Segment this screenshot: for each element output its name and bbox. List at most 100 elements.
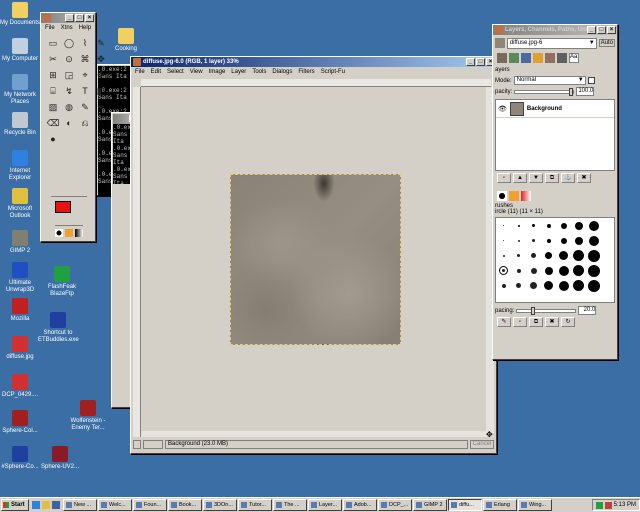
paths-tab-icon[interactable]: [521, 53, 531, 63]
desktop-icon-cooking[interactable]: Cooking: [106, 28, 146, 53]
opacity-slider[interactable]: [514, 87, 575, 96]
brush-swatch[interactable]: [544, 281, 553, 290]
menu-dialogs[interactable]: Dialogs: [272, 68, 292, 76]
brush-swatch[interactable]: [546, 238, 551, 243]
menu-file[interactable]: File: [135, 68, 145, 76]
cancel-button[interactable]: Cancel: [470, 440, 494, 449]
layers-tab-icon[interactable]: [497, 53, 507, 63]
brush-swatch[interactable]: [587, 264, 600, 277]
brush-swatch[interactable]: [517, 224, 520, 227]
brush-swatch[interactable]: [516, 283, 521, 288]
desktop-icon[interactable]: My Network Places: [0, 74, 40, 106]
image-window[interactable]: diffuse.jpg-6.0 (RGB, 1 layer) 33% _ □ × F…: [130, 56, 497, 454]
brush-swatch[interactable]: [503, 225, 504, 226]
brush-swatch[interactable]: [558, 280, 569, 291]
maximize-button[interactable]: □: [597, 26, 606, 34]
duplicate-layer-button[interactable]: ⧉: [545, 173, 559, 183]
desktop-icon[interactable]: My Documents: [0, 2, 40, 27]
tool-icon[interactable]: ∴: [93, 115, 109, 131]
desktop-quicklaunch-icon[interactable]: [52, 501, 60, 509]
taskbar-button[interactable]: The ...: [273, 499, 307, 511]
image-select-dropdown[interactable]: diffuse.jpg-6 ▼: [506, 37, 597, 49]
taskbar-button[interactable]: diffu...: [448, 499, 482, 511]
brush-swatch[interactable]: [532, 239, 535, 242]
taskbar-button[interactable]: Adob...: [343, 499, 377, 511]
brush-swatch[interactable]: [532, 224, 535, 227]
desktop-icon[interactable]: FlashFeak BlazeFtp: [42, 266, 82, 298]
brush-pattern-gradient-area[interactable]: [55, 225, 83, 239]
menu-edit[interactable]: Edit: [151, 68, 161, 76]
brush-swatch[interactable]: [587, 279, 600, 292]
start-button[interactable]: Start: [1, 499, 29, 511]
brush-swatch[interactable]: [588, 220, 599, 231]
anchor-layer-button[interactable]: ⚓: [561, 173, 575, 183]
tool-icon[interactable]: ✢: [93, 67, 109, 83]
desktop-icon[interactable]: Wolfenstein - Enemy Ter...: [68, 400, 108, 432]
undo-tab-icon[interactable]: [533, 53, 543, 63]
brushes-grid[interactable]: [495, 217, 615, 303]
maximize-button[interactable]: □: [476, 58, 485, 66]
desktop-icon[interactable]: GIMP 2: [0, 230, 40, 255]
keep-transparency-checkbox[interactable]: [587, 77, 595, 84]
brush-swatch[interactable]: [501, 283, 506, 288]
tool-icon[interactable]: T: [77, 83, 93, 99]
toolbox-titlebar[interactable]: _ □ ×: [41, 13, 95, 23]
taskbar-button[interactable]: Welc...: [98, 499, 132, 511]
minimize-button[interactable]: _: [466, 58, 475, 66]
layers-dock[interactable]: Layers, Channels, Paths, Undo... _ □ × dif…: [492, 24, 618, 360]
tool-icon[interactable]: ⌘: [77, 51, 93, 67]
horizontal-scrollbar[interactable]: [141, 431, 487, 437]
tool-icon[interactable]: ●: [45, 131, 61, 147]
brush-swatch[interactable]: [517, 254, 520, 257]
pattern-tab-icon[interactable]: [509, 191, 519, 201]
brush-swatch[interactable]: [559, 251, 568, 260]
tool-icon[interactable]: ⎌: [77, 115, 93, 131]
tool-icon[interactable]: ✂: [45, 51, 61, 67]
taskbar-button[interactable]: Book...: [168, 499, 202, 511]
brush-swatch[interactable]: [499, 266, 508, 275]
tool-icon[interactable]: ◧: [93, 83, 109, 99]
tool-icon[interactable]: ◯: [61, 35, 77, 51]
taskbar-button[interactable]: New ...: [63, 499, 97, 511]
vertical-ruler[interactable]: [133, 87, 141, 437]
layers-dock-titlebar[interactable]: Layers, Channels, Paths, Undo... _ □ ×: [493, 25, 617, 35]
tool-icon[interactable]: ✒: [93, 99, 109, 115]
menu-xtns[interactable]: Xtns: [61, 24, 73, 32]
menu-help[interactable]: Help: [79, 24, 91, 32]
taskbar-button[interactable]: Tutor...: [238, 499, 272, 511]
taskbar-button[interactable]: 3DOn...: [203, 499, 237, 511]
brush-swatch[interactable]: [544, 266, 553, 275]
tab-icon-6[interactable]: [557, 53, 567, 63]
brush-swatch[interactable]: [588, 235, 599, 246]
layer-row[interactable]: 👁 Background: [496, 100, 614, 118]
quick-mask-icon[interactable]: [133, 440, 141, 449]
brush-swatch[interactable]: [545, 252, 552, 259]
close-button[interactable]: ×: [607, 26, 616, 34]
gimp-toolbox[interactable]: _ □ × File Xtns Help ▭ ◯ ⌇ ✎ ✂ ⊙ ⌘ ✥ ⊞ ◲ ⌖ ✢ ⌸ ↯ T ◧ ▨ ◍ ✎ ✒ ⌫…: [40, 12, 105, 242]
tray-icon[interactable]: [604, 501, 612, 509]
desktop-icon[interactable]: Recycle Bin: [0, 112, 40, 137]
mode-dropdown[interactable]: Normal ▼: [513, 76, 586, 85]
desktop-icon[interactable]: Sphere-Col...: [0, 410, 40, 435]
menu-layer[interactable]: Layer: [231, 68, 246, 76]
brush-swatch[interactable]: [502, 254, 505, 257]
refresh-brushes-button[interactable]: ↻: [561, 317, 575, 327]
taskbar-button[interactable]: Layer...: [308, 499, 342, 511]
tool-icon[interactable]: ◲: [61, 67, 77, 83]
brush-swatch[interactable]: [574, 236, 583, 245]
new-brush-button[interactable]: ▫: [513, 317, 527, 327]
delete-layer-button[interactable]: ✖: [577, 173, 591, 183]
tool-icon[interactable]: ▨: [45, 99, 61, 115]
clock[interactable]: 5:13 PM: [614, 502, 636, 508]
outlook-quicklaunch-icon[interactable]: [42, 501, 50, 509]
brush-swatch[interactable]: [558, 265, 569, 276]
eye-icon[interactable]: 👁: [498, 105, 507, 113]
new-layer-button[interactable]: ▫: [497, 173, 511, 183]
brush-swatch[interactable]: [573, 250, 584, 261]
ie-quicklaunch-icon[interactable]: [32, 501, 40, 509]
menu-image[interactable]: Image: [209, 68, 226, 76]
brush-swatch[interactable]: [560, 237, 567, 244]
brush-tab-icon[interactable]: [497, 191, 507, 201]
desktop-icon[interactable]: My Computer: [0, 38, 40, 63]
tool-icon[interactable]: ◍: [61, 99, 77, 115]
